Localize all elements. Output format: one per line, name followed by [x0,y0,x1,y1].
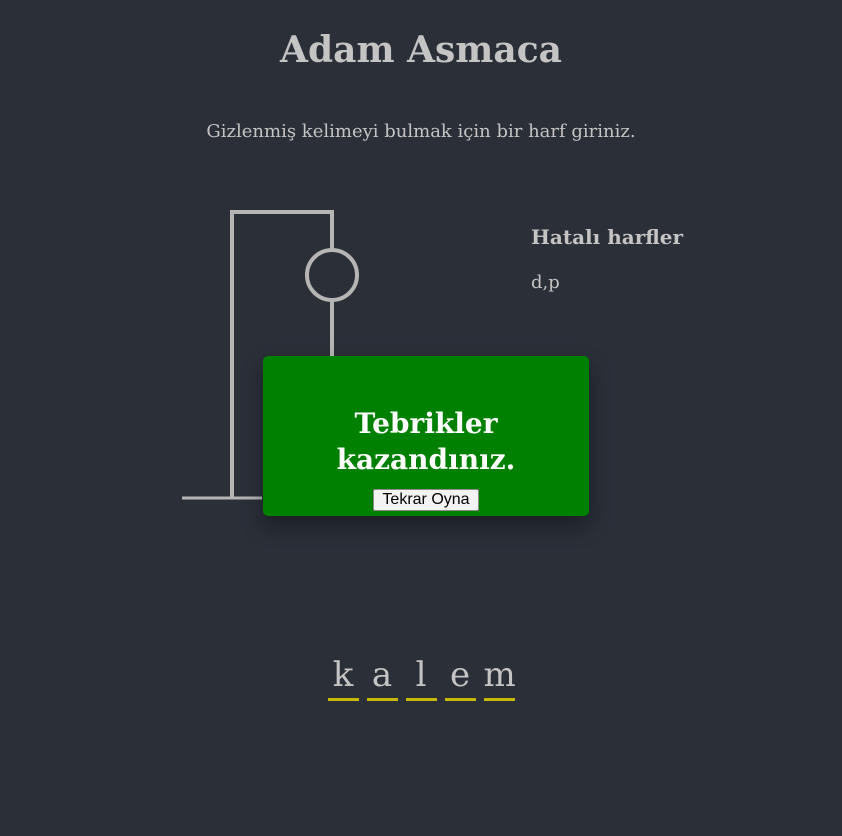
word-letter: a [366,654,398,701]
wrong-letters-panel: Hatalı harfler d,p [531,223,683,295]
word-display: k a l e m [0,654,842,701]
win-popup: Tebrikler kazandınız. Tekrar Oyna [263,356,589,516]
page-title: Adam Asmaca [280,29,562,71]
word-letter: k [327,654,359,701]
word-letter: l [405,654,437,701]
wrong-letters-list: d,p [531,272,560,293]
instruction-text: Gizlenmiş kelimeyi bulmak için bir harf … [206,121,636,142]
word-letter: m [483,654,516,701]
word-letter: e [444,654,476,701]
win-message: Tebrikler kazandınız. [336,407,516,476]
figure-head [305,248,359,302]
hangman-page: Adam Asmaca Gizlenmiş kelimeyi bulmak iç… [0,0,842,836]
play-again-button[interactable]: Tekrar Oyna [373,489,479,511]
wrong-letters-title: Hatalı harfler [531,225,684,249]
